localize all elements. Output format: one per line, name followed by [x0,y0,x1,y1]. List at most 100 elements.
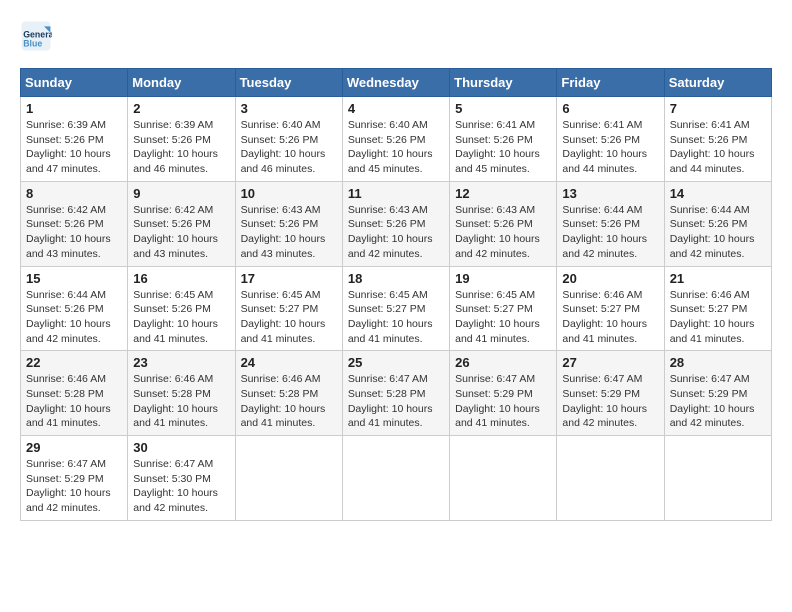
day-number: 13 [562,186,658,201]
column-header-sunday: Sunday [21,69,128,97]
calendar-cell: 14 Sunrise: 6:44 AM Sunset: 5:26 PM Dayli… [664,181,771,266]
day-info: Sunrise: 6:40 AM Sunset: 5:26 PM Dayligh… [241,118,337,177]
calendar-cell [450,436,557,521]
calendar-cell: 11 Sunrise: 6:43 AM Sunset: 5:26 PM Dayli… [342,181,449,266]
day-number: 23 [133,355,229,370]
day-number: 27 [562,355,658,370]
day-number: 8 [26,186,122,201]
day-info: Sunrise: 6:42 AM Sunset: 5:26 PM Dayligh… [133,203,229,262]
column-header-friday: Friday [557,69,664,97]
calendar-cell: 10 Sunrise: 6:43 AM Sunset: 5:26 PM Dayli… [235,181,342,266]
column-header-wednesday: Wednesday [342,69,449,97]
day-number: 20 [562,271,658,286]
calendar-cell: 17Sunrise: 6:45 AM Sunset: 5:27 PM Dayli… [235,266,342,351]
day-number: 28 [670,355,766,370]
calendar-cell: 9 Sunrise: 6:42 AM Sunset: 5:26 PM Daylig… [128,181,235,266]
day-info: Sunrise: 6:44 AM Sunset: 5:26 PM Dayligh… [670,203,766,262]
svg-text:Blue: Blue [23,38,42,48]
day-info: Sunrise: 6:45 AM Sunset: 5:26 PM Dayligh… [133,288,229,347]
day-info: Sunrise: 6:47 AM Sunset: 5:29 PM Dayligh… [26,457,122,516]
day-info: Sunrise: 6:46 AM Sunset: 5:28 PM Dayligh… [26,372,122,431]
calendar-cell: 1 Sunrise: 6:39 AM Sunset: 5:26 PM Daylig… [21,97,128,182]
day-number: 9 [133,186,229,201]
day-number: 5 [455,101,551,116]
calendar-cell: 28 Sunrise: 6:47 AM Sunset: 5:29 PM Dayli… [664,351,771,436]
day-info: Sunrise: 6:43 AM Sunset: 5:26 PM Dayligh… [241,203,337,262]
day-number: 3 [241,101,337,116]
calendar-cell: 26 Sunrise: 6:47 AM Sunset: 5:29 PM Dayli… [450,351,557,436]
day-number: 2 [133,101,229,116]
calendar-cell: 8 Sunrise: 6:42 AM Sunset: 5:26 PM Daylig… [21,181,128,266]
calendar-cell [342,436,449,521]
day-number: 12 [455,186,551,201]
day-number: 17 [241,271,337,286]
day-info: Sunrise: 6:45 AM Sunset: 5:27 PM Dayligh… [455,288,551,347]
day-info: Sunrise: 6:43 AM Sunset: 5:26 PM Dayligh… [455,203,551,262]
calendar-cell: 27Sunrise: 6:47 AM Sunset: 5:29 PM Dayli… [557,351,664,436]
day-info: Sunrise: 6:43 AM Sunset: 5:26 PM Dayligh… [348,203,444,262]
calendar-cell: 18 Sunrise: 6:45 AM Sunset: 5:27 PM Dayli… [342,266,449,351]
day-number: 6 [562,101,658,116]
day-info: Sunrise: 6:46 AM Sunset: 5:27 PM Dayligh… [670,288,766,347]
day-number: 7 [670,101,766,116]
calendar-cell: 16 Sunrise: 6:45 AM Sunset: 5:26 PM Dayli… [128,266,235,351]
day-info: Sunrise: 6:47 AM Sunset: 5:30 PM Dayligh… [133,457,229,516]
calendar-cell: 24 Sunrise: 6:46 AM Sunset: 5:28 PM Dayli… [235,351,342,436]
calendar-cell: 6 Sunrise: 6:41 AM Sunset: 5:26 PM Daylig… [557,97,664,182]
day-info: Sunrise: 6:46 AM Sunset: 5:27 PM Dayligh… [562,288,658,347]
calendar-cell: 2 Sunrise: 6:39 AM Sunset: 5:26 PM Daylig… [128,97,235,182]
day-number: 11 [348,186,444,201]
calendar-cell: 23 Sunrise: 6:46 AM Sunset: 5:28 PM Dayli… [128,351,235,436]
calendar-table: SundayMondayTuesdayWednesdayThursdayFrid… [20,68,772,521]
day-number: 26 [455,355,551,370]
day-number: 30 [133,440,229,455]
calendar-cell: 25Sunrise: 6:47 AM Sunset: 5:28 PM Dayli… [342,351,449,436]
calendar-cell: 13Sunrise: 6:44 AM Sunset: 5:26 PM Dayli… [557,181,664,266]
day-number: 22 [26,355,122,370]
calendar-week-5: 29 Sunrise: 6:47 AM Sunset: 5:29 PM Dayli… [21,436,772,521]
day-number: 14 [670,186,766,201]
day-number: 24 [241,355,337,370]
column-header-thursday: Thursday [450,69,557,97]
calendar-cell [557,436,664,521]
calendar-cell: 5Sunrise: 6:41 AM Sunset: 5:26 PM Daylig… [450,97,557,182]
calendar-cell: 20 Sunrise: 6:46 AM Sunset: 5:27 PM Dayli… [557,266,664,351]
day-info: Sunrise: 6:46 AM Sunset: 5:28 PM Dayligh… [241,372,337,431]
day-info: Sunrise: 6:39 AM Sunset: 5:26 PM Dayligh… [133,118,229,177]
column-header-saturday: Saturday [664,69,771,97]
day-number: 15 [26,271,122,286]
calendar-cell: 3 Sunrise: 6:40 AM Sunset: 5:26 PM Daylig… [235,97,342,182]
day-number: 10 [241,186,337,201]
logo-icon: General Blue [20,20,52,52]
calendar-week-1: 1 Sunrise: 6:39 AM Sunset: 5:26 PM Daylig… [21,97,772,182]
day-number: 29 [26,440,122,455]
calendar-cell: 30 Sunrise: 6:47 AM Sunset: 5:30 PM Dayli… [128,436,235,521]
calendar-cell [664,436,771,521]
day-info: Sunrise: 6:47 AM Sunset: 5:29 PM Dayligh… [670,372,766,431]
calendar-week-3: 15 Sunrise: 6:44 AM Sunset: 5:26 PM Dayli… [21,266,772,351]
day-number: 19 [455,271,551,286]
calendar-cell: 4Sunrise: 6:40 AM Sunset: 5:26 PM Daylig… [342,97,449,182]
day-info: Sunrise: 6:47 AM Sunset: 5:28 PM Dayligh… [348,372,444,431]
day-info: Sunrise: 6:45 AM Sunset: 5:27 PM Dayligh… [348,288,444,347]
day-number: 16 [133,271,229,286]
calendar-cell: 29 Sunrise: 6:47 AM Sunset: 5:29 PM Dayli… [21,436,128,521]
day-info: Sunrise: 6:44 AM Sunset: 5:26 PM Dayligh… [26,288,122,347]
day-number: 21 [670,271,766,286]
calendar-cell: 12 Sunrise: 6:43 AM Sunset: 5:26 PM Dayli… [450,181,557,266]
day-number: 18 [348,271,444,286]
day-info: Sunrise: 6:41 AM Sunset: 5:26 PM Dayligh… [562,118,658,177]
calendar-week-4: 22 Sunrise: 6:46 AM Sunset: 5:28 PM Dayli… [21,351,772,436]
calendar-cell: 15 Sunrise: 6:44 AM Sunset: 5:26 PM Dayli… [21,266,128,351]
day-info: Sunrise: 6:40 AM Sunset: 5:26 PM Dayligh… [348,118,444,177]
calendar-cell [235,436,342,521]
logo: General Blue [20,20,56,52]
day-info: Sunrise: 6:46 AM Sunset: 5:28 PM Dayligh… [133,372,229,431]
column-header-monday: Monday [128,69,235,97]
calendar-week-2: 8 Sunrise: 6:42 AM Sunset: 5:26 PM Daylig… [21,181,772,266]
day-info: Sunrise: 6:47 AM Sunset: 5:29 PM Dayligh… [455,372,551,431]
day-info: Sunrise: 6:39 AM Sunset: 5:26 PM Dayligh… [26,118,122,177]
page-header: General Blue [20,20,772,52]
day-info: Sunrise: 6:42 AM Sunset: 5:26 PM Dayligh… [26,203,122,262]
day-number: 1 [26,101,122,116]
